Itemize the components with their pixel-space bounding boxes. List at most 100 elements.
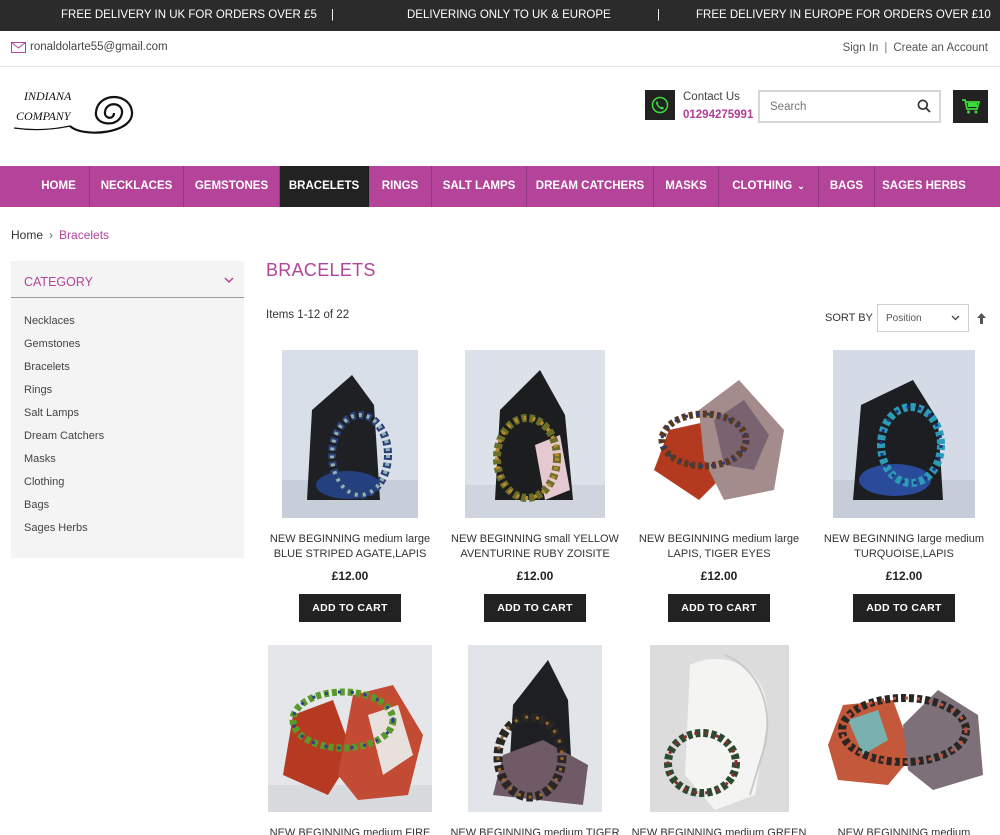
nav-label: BRACELETS [288,180,360,192]
nav-necklaces[interactable]: NECKLACES [90,166,184,207]
nav-label: NECKLACES [100,180,173,192]
product-name-line: BLUE STRIPED AGATE,LAPIS [273,548,427,560]
sort-selected-value: Position [886,313,922,324]
store-logo[interactable]: INDIANA COMPANY [12,86,137,146]
product-name[interactable]: NEW BEGINNING medium large BLUE STRIPED A… [262,532,438,562]
contact-phone-number[interactable]: 01294275991 [683,109,753,121]
product-name-line: NEW BEGINNING medium [837,827,971,835]
product-image[interactable] [468,645,602,812]
svg-text:COMPANY: COMPANY [16,109,72,123]
nav-salt-lamps[interactable]: SALT LAMPS [432,166,527,207]
nav-label: DREAM CATCHERS [535,180,645,192]
breadcrumb-home[interactable]: Home [11,228,43,242]
breadcrumb: Home › Bracelets [11,228,109,242]
category-item[interactable]: Gemstones [24,337,104,360]
promo-europe-delivery: FREE DELIVERY IN EUROPE FOR ORDERS OVER … [696,9,991,21]
chevron-right-icon: › [49,228,54,242]
product-name-line: LAPIS, TIGER EYES [667,548,771,560]
product-price: £12.00 [700,569,738,583]
nav-bags[interactable]: BAGS [819,166,875,207]
add-to-cart-button[interactable]: ADD TO CART [853,594,955,622]
promo-bar: FREE DELIVERY IN UK FOR ORDERS OVER £5 |… [0,0,1000,31]
sign-in-link[interactable]: Sign In [843,42,879,54]
add-to-cart-button[interactable]: ADD TO CART [484,594,586,622]
items-count: Items 1-12 of 22 [266,309,350,321]
nav-label: GEMSTONES [194,180,269,192]
account-separator: | [884,42,888,54]
search-input[interactable] [760,92,905,121]
category-item[interactable]: Sages Herbs [24,521,104,544]
product-card: NEW BEGINNING medium large LAPIS, TIGER E… [631,350,807,622]
chevron-down-icon [951,315,960,321]
nav-label: HOME [41,180,76,192]
nav-sages-herbs[interactable]: SAGES HERBS [875,166,973,207]
category-item[interactable]: Rings [24,383,104,406]
main-navigation: HOME NECKLACES GEMSTONES BRACELETS RINGS… [0,166,1000,207]
nav-bracelets[interactable]: BRACELETS [280,166,369,207]
nav-label: SALT LAMPS [442,180,516,192]
product-image[interactable] [818,645,990,812]
product-image[interactable] [833,350,975,518]
search-box [758,90,941,123]
promo-delivery-region: DELIVERING ONLY TO UK & EUROPE [407,9,611,21]
envelope-icon [11,41,26,53]
nav-label: CLOTHING [732,180,793,192]
product-name-line: NEW BEGINNING medium FIRE [269,827,431,835]
nav-label: SAGES HERBS [882,180,966,192]
email-link[interactable]: ronaldolarte55@gmail.com [11,41,168,53]
nav-home[interactable]: HOME [28,166,90,207]
category-item[interactable]: Dream Catchers [24,429,104,452]
product-image[interactable] [649,645,789,812]
product-name-line: TURQUOISE,LAPIS [854,548,954,560]
nav-dream-catchers[interactable]: DREAM CATCHERS [527,166,654,207]
cart-button[interactable] [953,90,988,123]
category-item[interactable]: Bracelets [24,360,104,383]
product-name[interactable]: NEW BEGINNING small YELLOW AVENTURINE RUB… [447,532,623,562]
nav-masks[interactable]: MASKS [654,166,719,207]
category-item[interactable]: Clothing [24,475,104,498]
product-name[interactable]: NEW BEGINNING medium large LAPIS, TIGER E… [631,532,807,562]
email-address: ronaldolarte55@gmail.com [30,41,168,53]
promo-uk-delivery: FREE DELIVERY IN UK FOR ORDERS OVER £5 [61,9,317,21]
nav-clothing[interactable]: CLOTHING ⌄ [719,166,819,207]
product-card: NEW BEGINNING medium [816,645,992,835]
category-item[interactable]: Necklaces [24,314,104,337]
product-price: £12.00 [331,569,369,583]
product-image[interactable] [465,350,605,518]
product-name[interactable]: NEW BEGINNING medium FIRE [262,826,438,835]
product-image[interactable] [268,645,432,812]
product-name-line: AVENTURINE RUBY ZOISITE [460,548,610,560]
chevron-down-icon [224,277,234,284]
product-card: NEW BEGINNING medium GREEN [631,645,807,835]
nav-gemstones[interactable]: GEMSTONES [184,166,280,207]
category-item[interactable]: Salt Lamps [24,406,104,429]
nav-rings[interactable]: RINGS [369,166,432,207]
product-name[interactable]: NEW BEGINNING medium TIGER [447,826,623,835]
sort-by-label: SORT BY [825,312,873,324]
category-sidebar: CATEGORY Necklaces Gemstones Bracelets R… [11,261,244,558]
category-item[interactable]: Masks [24,452,104,475]
product-name-line: NEW BEGINNING medium TIGER [450,827,620,835]
product-price: £12.00 [516,569,554,583]
search-icon[interactable] [917,99,931,113]
product-name[interactable]: NEW BEGINNING medium GREEN [631,826,807,835]
add-to-cart-button[interactable]: ADD TO CART [299,594,401,622]
product-card: NEW BEGINNING large medium TURQUOISE,LAPI… [816,350,992,622]
sort-direction-icon[interactable] [976,312,987,325]
product-name-line: NEW BEGINNING medium GREEN [631,827,807,835]
phone-icon[interactable] [645,90,675,120]
product-name-line: NEW BEGINNING medium large [638,533,800,545]
nav-label: BAGS [829,180,864,192]
svg-text:INDIANA: INDIANA [23,89,72,103]
add-to-cart-button[interactable]: ADD TO CART [668,594,770,622]
product-name[interactable]: NEW BEGINNING large medium TURQUOISE,LAPI… [816,532,992,562]
product-name[interactable]: NEW BEGINNING medium [816,826,992,835]
sort-select[interactable]: Position [877,304,969,332]
nav-label: RINGS [381,180,419,192]
category-item[interactable]: Bags [24,498,104,521]
product-image[interactable] [282,350,418,518]
product-image[interactable] [644,350,794,518]
create-account-link[interactable]: Create an Account [893,42,988,54]
category-header[interactable]: CATEGORY [11,261,244,298]
promo-separator: | [657,9,660,21]
